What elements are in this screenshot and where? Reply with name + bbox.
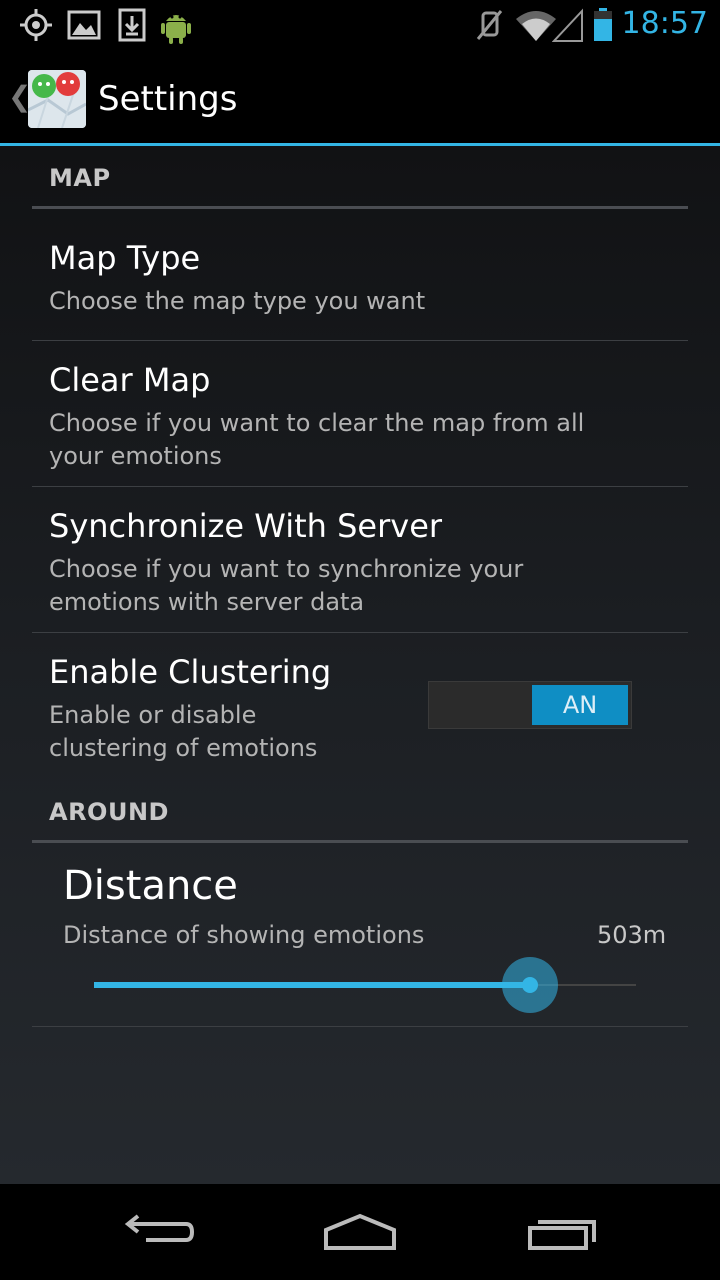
distance-value: 503m <box>597 921 667 949</box>
download-icon <box>118 8 146 42</box>
status-time: 18:57 <box>621 6 708 41</box>
gps-icon <box>20 9 52 41</box>
navigation-bar <box>0 1184 720 1280</box>
status-bar: 18:57 <box>0 0 720 50</box>
pref-summary: Choose the map type you want <box>49 287 426 315</box>
android-icon <box>161 15 191 44</box>
pref-map-type[interactable]: Map Type Choose the map type you want <box>32 209 688 341</box>
pref-title: Map Type <box>49 239 201 277</box>
mute-icon <box>476 10 503 40</box>
pref-distance: Distance Distance of showing emotions 50… <box>32 843 688 1026</box>
image-icon <box>67 10 101 40</box>
pref-title: Clear Map <box>49 361 211 399</box>
pref-synchronize[interactable]: Synchronize With Server Choose if you wa… <box>32 487 688 633</box>
app-map-icon[interactable] <box>28 70 86 128</box>
home-icon[interactable] <box>320 1208 400 1258</box>
battery-icon <box>594 8 612 41</box>
pref-summary: Choose if you want to clear the map from… <box>49 409 585 470</box>
action-bar: ❮ Settings <box>0 50 720 144</box>
pref-title: Distance <box>63 863 238 909</box>
pref-summary: Enable or disable clustering of emotions <box>49 701 318 762</box>
pref-title: Enable Clustering <box>49 653 332 691</box>
pref-title: Synchronize With Server <box>49 507 443 545</box>
page-title: Settings <box>98 79 238 119</box>
switch-thumb: AN <box>532 685 628 725</box>
pref-summary: Distance of showing emotions <box>63 921 425 949</box>
recent-apps-icon[interactable] <box>522 1208 602 1258</box>
pref-summary: Choose if you want to synchronize your e… <box>49 555 524 616</box>
clustering-switch[interactable]: AN <box>428 681 632 729</box>
pref-clear-map[interactable]: Clear Map Choose if you want to clear th… <box>32 341 688 487</box>
back-icon[interactable] <box>120 1208 200 1258</box>
category-header-around: AROUND <box>49 798 169 826</box>
signal-icon <box>552 8 583 42</box>
divider <box>32 1026 688 1027</box>
distance-slider-fill <box>94 982 531 988</box>
category-header-map: MAP <box>49 164 111 192</box>
